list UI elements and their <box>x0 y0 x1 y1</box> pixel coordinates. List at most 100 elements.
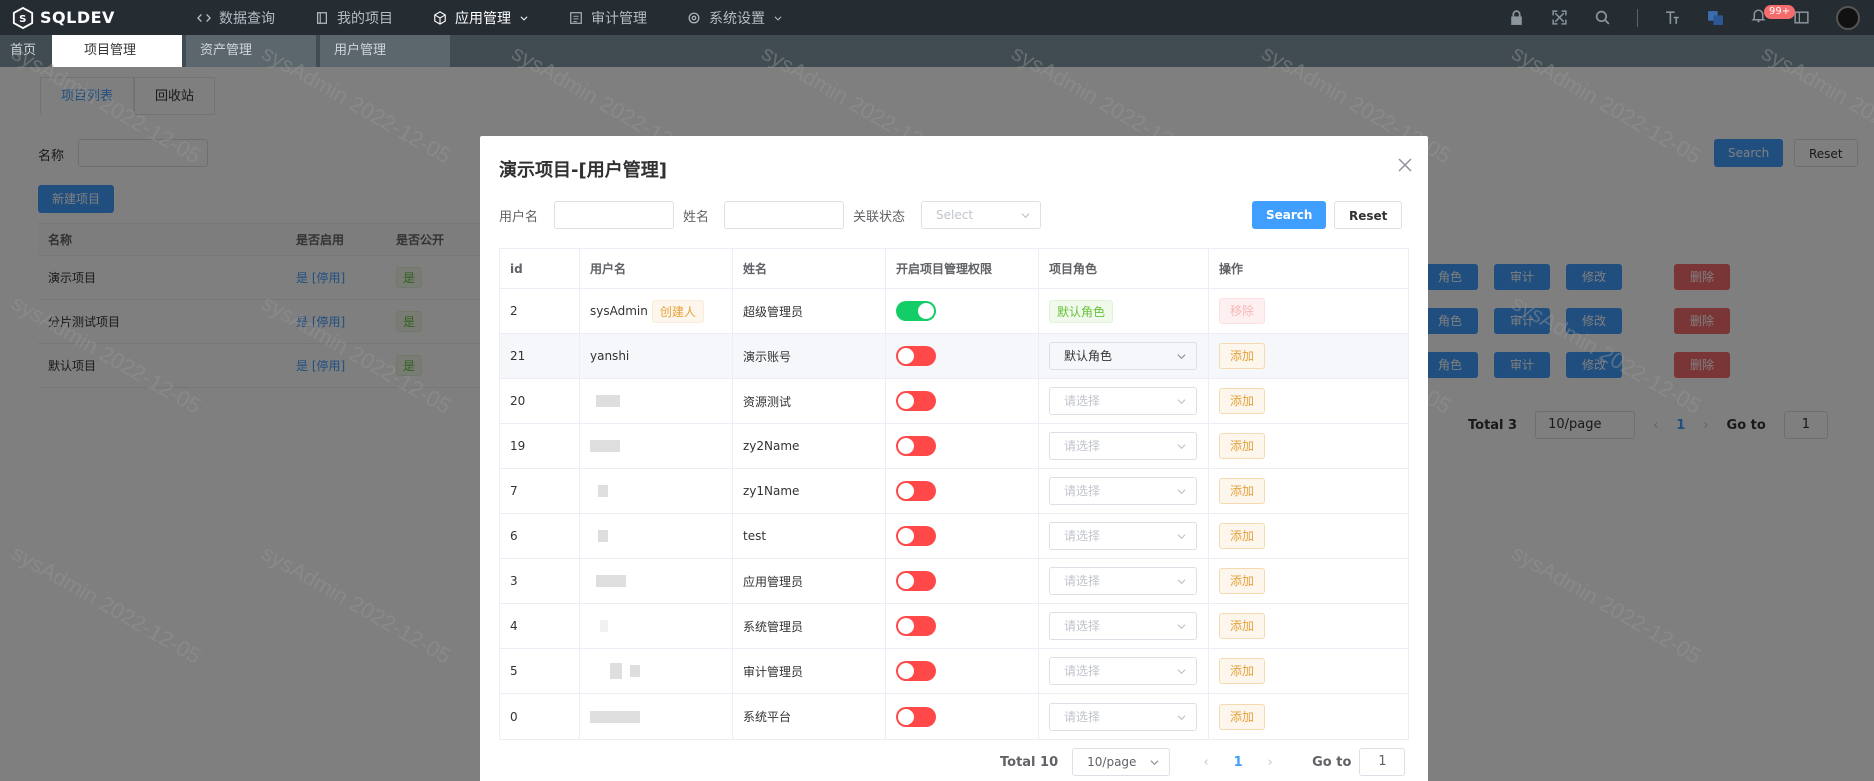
role-select[interactable]: 请选择 <box>1049 387 1197 415</box>
tab-project-management[interactable]: 项目管理 <box>52 35 182 67</box>
translate-icon[interactable] <box>1707 9 1724 26</box>
chevron-down-icon <box>1177 354 1186 360</box>
nav-app-management[interactable]: 应用管理 <box>413 0 549 35</box>
role-select[interactable]: 请选择 <box>1049 477 1197 505</box>
notification-button[interactable]: 99+ <box>1750 5 1796 28</box>
name-filter-label: 姓名 <box>683 210 710 225</box>
nav-system-settings[interactable]: 系统设置 <box>667 0 803 35</box>
role-select-placeholder: 请选择 <box>1064 619 1101 633</box>
manage-permission-switch[interactable] <box>896 526 936 546</box>
add-button[interactable]: 添加 <box>1219 433 1266 459</box>
role-select-placeholder: 请选择 <box>1064 394 1101 408</box>
avatar[interactable] <box>1836 5 1860 30</box>
user-id: 7 <box>500 469 580 513</box>
user-name: zy2Name <box>733 424 886 468</box>
manage-permission-switch[interactable] <box>896 391 936 411</box>
name-filter-input[interactable] <box>724 201 844 229</box>
page-size-select[interactable]: 10/page <box>1072 748 1171 776</box>
nav-label: 系统设置 <box>709 10 765 27</box>
manage-permission-switch[interactable] <box>896 481 936 501</box>
top-navbar: S SQLDEV 数据查询 我的项目 应用管理 审计管理 系统设置 99+ <box>0 0 1874 35</box>
page-tab-bar: 首页 项目管理 资产管理 用户管理 <box>0 35 1874 67</box>
user-id: 3 <box>500 559 580 603</box>
next-page-icon[interactable]: › <box>1254 755 1286 770</box>
table-row: 5 审计管理员 请选择 添加 <box>500 649 1408 694</box>
redacted-username <box>600 620 608 632</box>
status-filter-select[interactable]: Select <box>921 201 1041 229</box>
goto-input[interactable]: 1 <box>1359 748 1406 776</box>
role-select-placeholder: 请选择 <box>1064 709 1101 724</box>
role-select[interactable]: 请选择 <box>1049 657 1197 685</box>
chevron-down-icon <box>1177 624 1186 630</box>
role-select[interactable]: 请选择 <box>1049 612 1197 640</box>
svg-text:S: S <box>19 14 27 25</box>
manage-permission-switch[interactable] <box>896 346 936 366</box>
user-table: id 用户名 姓名 开启项目管理权限 项目角色 操作 2 sysAdmin 创建… <box>499 248 1409 740</box>
add-button[interactable]: 添加 <box>1219 523 1266 549</box>
reset-button[interactable]: Reset <box>1334 201 1403 229</box>
role-select[interactable]: 请选择 <box>1049 702 1197 731</box>
tab-user-management[interactable]: 用户管理 <box>320 35 450 67</box>
nav-data-query[interactable]: 数据查询 <box>177 0 295 35</box>
fullscreen-icon[interactable] <box>1551 9 1568 26</box>
tab-asset-management[interactable]: 资产管理 <box>186 35 316 67</box>
status-filter-label: 关联状态 <box>853 210 906 225</box>
nav-label: 应用管理 <box>455 10 511 27</box>
logo[interactable]: S SQLDEV <box>12 6 177 29</box>
lock-icon[interactable] <box>1508 9 1525 26</box>
manage-permission-switch[interactable] <box>896 301 936 321</box>
role-select[interactable]: 默认角色 <box>1049 342 1197 370</box>
logo-icon: S <box>12 6 34 29</box>
table-row: 2 sysAdmin 创建人 超级管理员 默认角色 移除 <box>500 289 1408 334</box>
add-button[interactable]: 添加 <box>1219 478 1266 504</box>
close-icon[interactable] <box>1398 158 1412 172</box>
redacted-username <box>598 530 608 542</box>
font-size-icon[interactable] <box>1664 9 1681 26</box>
chevron-down-icon <box>1177 444 1186 450</box>
pager-total: Total 10 <box>1000 754 1059 770</box>
user-management-dialog: 演示项目-[用户管理] 用户名 姓名 关联状态 Select Search Re… <box>480 136 1428 781</box>
chevron-down-icon <box>520 15 528 21</box>
column-header: 姓名 <box>733 249 886 288</box>
manage-permission-switch[interactable] <box>896 571 936 591</box>
username-filter-label: 用户名 <box>499 210 539 225</box>
nav-audit[interactable]: 审计管理 <box>549 0 667 35</box>
column-header: 操作 <box>1219 262 1244 276</box>
nav-my-projects[interactable]: 我的项目 <box>295 0 413 35</box>
username-filter-input[interactable] <box>554 201 674 229</box>
add-button[interactable]: 添加 <box>1219 388 1266 414</box>
current-page[interactable]: 1 <box>1222 755 1254 770</box>
remove-button[interactable]: 移除 <box>1219 298 1266 324</box>
manage-permission-switch[interactable] <box>896 436 936 456</box>
manage-permission-switch[interactable] <box>896 616 936 636</box>
redacted-username <box>598 485 608 497</box>
message-icon[interactable] <box>1793 9 1810 26</box>
cube-icon <box>434 10 446 25</box>
role-tag: 默认角色 <box>1049 299 1114 323</box>
manage-permission-switch[interactable] <box>896 661 936 681</box>
user-id: 5 <box>500 649 580 693</box>
role-select[interactable]: 请选择 <box>1049 522 1197 550</box>
add-button[interactable]: 添加 <box>1219 703 1266 730</box>
creator-tag: 创建人 <box>651 299 704 323</box>
audit-icon <box>570 11 582 24</box>
search-icon[interactable] <box>1594 9 1611 26</box>
role-select-placeholder: 请选择 <box>1064 574 1101 588</box>
user-name: 演示账号 <box>733 334 886 378</box>
tab-home[interactable]: 首页 <box>0 35 48 67</box>
chevron-down-icon <box>774 15 782 21</box>
role-select[interactable]: 请选择 <box>1049 567 1197 595</box>
redacted-username <box>596 395 620 407</box>
add-button[interactable]: 添加 <box>1219 658 1266 684</box>
chevron-down-icon <box>1150 760 1159 766</box>
prev-page-icon[interactable]: ‹ <box>1190 755 1222 770</box>
role-select[interactable]: 请选择 <box>1049 432 1197 460</box>
add-button[interactable]: 添加 <box>1219 613 1266 639</box>
redacted-username <box>590 710 640 723</box>
code-icon <box>197 13 211 22</box>
search-button[interactable]: Search <box>1252 201 1327 229</box>
add-button[interactable]: 添加 <box>1219 343 1266 369</box>
add-button[interactable]: 添加 <box>1219 568 1266 594</box>
username: yanshi <box>580 334 733 378</box>
manage-permission-switch[interactable] <box>896 706 936 727</box>
